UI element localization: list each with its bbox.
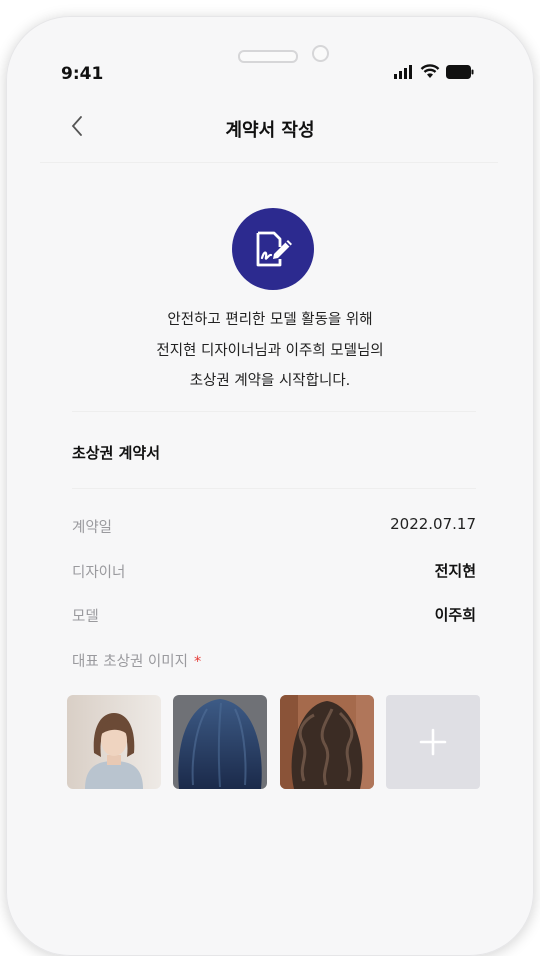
phone-speaker: [238, 50, 298, 63]
phone-camera: [312, 45, 329, 62]
images-label-text: 대표 초상권 이미지: [72, 654, 188, 670]
plus-icon: [419, 728, 447, 756]
contract-logo: [232, 208, 314, 290]
required-mark: *: [193, 654, 202, 670]
contract-date-value: 2022.07.17: [390, 515, 476, 533]
intro-divider: [72, 411, 476, 412]
hair-thumbnail-3[interactable]: [280, 695, 374, 789]
contract-sign-icon: [256, 231, 292, 267]
status-icons: [394, 64, 474, 79]
hair-photo-wavy: [280, 695, 374, 789]
battery-icon: [446, 64, 474, 79]
intro-line-3: 초상권 계약을 시작합니다.: [189, 373, 351, 389]
header-divider: [40, 162, 498, 163]
contract-section-title: 초상권 계약서: [72, 444, 161, 462]
status-time: 9:41: [61, 64, 104, 84]
contract-date-label: 계약일: [72, 520, 113, 536]
add-image-button[interactable]: [386, 695, 480, 789]
images-label: 대표 초상권 이미지 *: [72, 650, 201, 671]
page-title: 계약서 작성: [225, 120, 315, 141]
wifi-icon: [420, 64, 440, 78]
signal-icon: [394, 64, 412, 79]
portrait-thumbnail-1[interactable]: [67, 695, 161, 789]
phone-frame: [6, 16, 534, 956]
model-label: 모델: [72, 609, 99, 625]
portrait-photo: [67, 695, 161, 789]
section-divider: [72, 488, 476, 489]
hair-photo-blue: [173, 695, 267, 789]
model-value: 이주희: [434, 606, 476, 624]
designer-value: 전지현: [434, 562, 476, 580]
intro-line-1: 안전하고 편리한 모델 활동을 위해: [167, 312, 373, 328]
designer-label: 디자이너: [72, 565, 126, 581]
hair-thumbnail-2[interactable]: [173, 695, 267, 789]
intro-line-2: 전지현 디자이너님과 이주희 모델님의: [156, 343, 384, 359]
